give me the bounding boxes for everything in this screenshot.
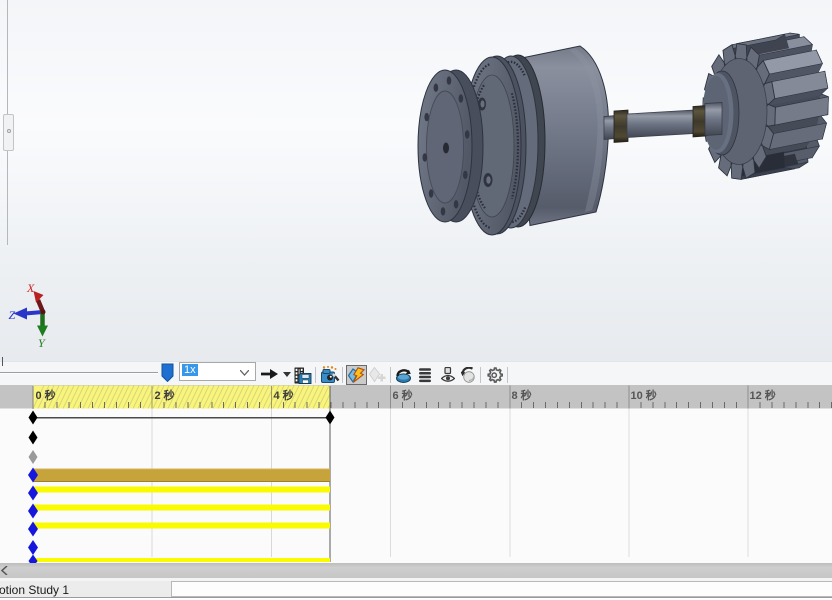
svg-text:2 秒: 2 秒	[155, 388, 175, 402]
svg-text:Z: Z	[9, 308, 16, 322]
svg-text:4 秒: 4 秒	[274, 388, 294, 402]
svg-text:8 秒: 8 秒	[512, 388, 532, 402]
svg-text:6 秒: 6 秒	[393, 388, 413, 402]
svg-text:12 秒: 12 秒	[750, 388, 776, 402]
svg-text:Y: Y	[38, 336, 46, 350]
svg-text:X: X	[26, 281, 35, 295]
svg-text:0 秒: 0 秒	[36, 388, 56, 402]
svg-text:10 秒: 10 秒	[631, 388, 657, 402]
